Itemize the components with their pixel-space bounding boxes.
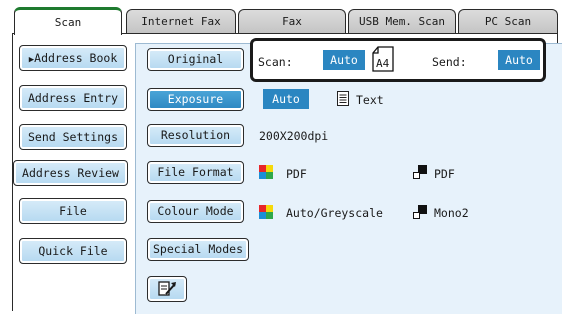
text-document-icon [337,91,349,106]
address-entry-button[interactable]: Address Entry [19,85,127,111]
exposure-type-value: Text [356,93,384,107]
colour-squares-icon [259,165,273,179]
edit-settings-icon[interactable] [147,276,187,302]
colour-mode-mono-value: Mono2 [434,206,469,220]
exposure-button[interactable]: Exposure [147,88,244,111]
resolution-value: 200X200dpi [259,129,329,143]
send-label: Send: [432,55,467,69]
colour-mode-colour-value: Auto/Greyscale [286,206,383,220]
colour-squares-icon [259,205,273,219]
exposure-auto-badge: Auto [263,89,309,109]
file-button[interactable]: File [19,198,127,224]
tab-usb-mem-scan[interactable]: USB Mem. Scan [348,9,456,33]
file-format-mono-value: PDF [434,167,455,181]
tab-scan[interactable]: Scan [14,7,122,35]
scan-auto-badge: Auto [323,50,365,70]
mono-squares-icon [413,205,427,219]
colour-mode-button[interactable]: Colour Mode [147,200,244,223]
tab-pc-scan[interactable]: PC Scan [458,9,558,33]
special-modes-button[interactable]: Special Modes [147,238,249,261]
paper-size-label: A4 [376,57,390,70]
resolution-button[interactable]: Resolution [147,124,244,147]
tab-internet-fax[interactable]: Internet Fax [126,9,236,33]
send-auto-badge: Auto [498,50,540,70]
original-button[interactable]: Original [147,48,244,71]
address-review-button[interactable]: Address Review [13,160,128,186]
send-settings-button[interactable]: Send Settings [19,124,127,150]
tab-fax[interactable]: Fax [238,9,346,33]
address-book-label: Address Book [34,51,118,65]
quick-file-button[interactable]: Quick File [19,238,127,264]
address-book-button[interactable]: ▶Address Book [19,45,127,71]
file-format-colour-value: PDF [286,167,307,181]
scan-label: Scan: [258,55,293,69]
mono-squares-icon [413,165,427,179]
file-format-button[interactable]: File Format [147,161,244,184]
